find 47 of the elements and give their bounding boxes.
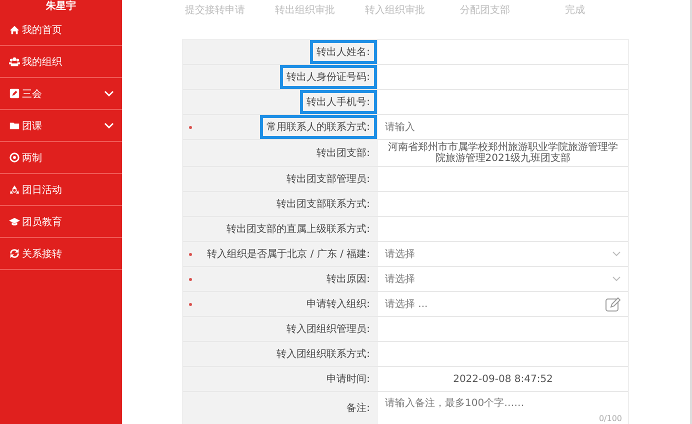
- step-label: 转入组织审批: [364, 4, 426, 18]
- step-label: 分配团支部: [459, 4, 511, 18]
- field-label: 转出团支部管理员:: [286, 172, 370, 187]
- sidebar-item[interactable]: 三会: [0, 78, 122, 110]
- field-label: 转出团支部联系方式:: [276, 198, 370, 212]
- sidebar-item[interactable]: 团课: [0, 110, 122, 142]
- select-field[interactable]: 请选择: [378, 242, 628, 266]
- folder-icon: [9, 120, 20, 131]
- pencil-square-icon: [9, 88, 20, 99]
- field-label: 转出团支部的直属上级联系方式:: [226, 222, 370, 237]
- sidebar-item[interactable]: 两制: [0, 142, 122, 174]
- house-icon: [9, 24, 20, 35]
- sidebar-item[interactable]: 团日活动: [0, 174, 122, 206]
- field-label: 申请转入组织:: [306, 298, 370, 312]
- caret-icon: [612, 251, 621, 257]
- sidebar-item[interactable]: 我的首页: [0, 14, 122, 46]
- field-label: 转入组织是否属于北京 / 广东 / 福建:: [207, 248, 370, 262]
- field-value: 2022-09-08 8:47:52: [452, 374, 554, 384]
- edit-icon[interactable]: [605, 296, 621, 312]
- picker-field[interactable]: 请选择 ...: [378, 292, 628, 316]
- sidebar-item[interactable]: 我的组织: [0, 46, 122, 78]
- field-label: 转出团支部:: [316, 146, 370, 161]
- field-label: 转出人身份证号码:: [280, 65, 377, 89]
- caret-icon: [612, 276, 621, 282]
- field-label: 转入团组织联系方式:: [276, 348, 370, 362]
- people-icon: [9, 56, 20, 67]
- refresh-icon: [9, 248, 20, 259]
- user-name: 朱星宇: [44, 0, 77, 14]
- input-field[interactable]: 请输入: [378, 115, 628, 139]
- field-label: 备注:: [346, 402, 370, 416]
- character-counter: 0/100: [598, 414, 622, 423]
- field-label: 转出人姓名:: [310, 40, 377, 64]
- field-label: 转入团组织管理员:: [286, 322, 370, 337]
- sidebar-item[interactable]: 关系接转: [0, 238, 122, 270]
- field-value: 河南省郑州市市属学校郑州旅游职业学院旅游管理学院旅游管理2021级九班团支部: [387, 142, 619, 164]
- step-label: 转出组织审批: [274, 4, 336, 18]
- step-label: 完成: [564, 4, 586, 18]
- target-icon: [9, 152, 20, 163]
- step-label: 提交接转申请: [184, 4, 246, 18]
- textarea-field[interactable]: 请输入备注，最多100个字…… 0/100: [378, 392, 628, 424]
- field-label: 常用联系人的联系方式:: [260, 115, 377, 139]
- sidebar-item[interactable]: 团员教育: [0, 206, 122, 238]
- select-field[interactable]: 请选择: [378, 267, 628, 291]
- field-label: 转出人手机号:: [300, 90, 377, 114]
- field-label: 转出原因:: [326, 272, 370, 287]
- graduation-cap-icon: [9, 216, 20, 227]
- field-label: 申请时间:: [326, 372, 370, 387]
